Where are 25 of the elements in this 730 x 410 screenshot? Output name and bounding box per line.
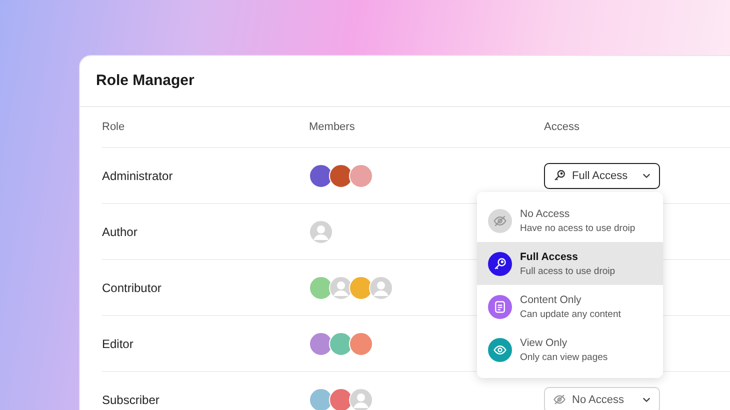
access-dropdown[interactable]: No Access: [544, 386, 660, 410]
access-option[interactable]: Full Access Full acess to use droip: [477, 242, 663, 285]
access-dropdown[interactable]: Full Access: [544, 162, 660, 188]
role-name: Subscriber: [102, 392, 160, 406]
access-option[interactable]: View Only Only can view pages: [477, 328, 663, 371]
card-title: Role Manager: [80, 56, 730, 107]
chevron-down-icon: [642, 396, 651, 402]
access-option[interactable]: No Access Have no acess to use droip: [477, 199, 663, 242]
column-header: Role: [102, 121, 126, 133]
role-name: Administrator: [102, 168, 174, 182]
eye-slash-icon: [493, 214, 507, 228]
key-icon: [553, 169, 566, 182]
chevron-down-icon: [642, 172, 651, 178]
role-name: Contributor: [102, 280, 162, 294]
avatar-silhouette-icon: [369, 276, 393, 300]
role-name: Author: [102, 224, 138, 238]
column-header: Members: [309, 121, 356, 133]
eye-slash-icon: [553, 393, 566, 406]
document-icon: [493, 300, 507, 314]
avatar-silhouette-icon: [309, 220, 333, 244]
access-option[interactable]: Content Only Can update any content: [477, 285, 663, 328]
role-name: Editor: [102, 336, 134, 350]
column-header: Access: [544, 121, 580, 133]
key-icon: [493, 256, 507, 270]
eye-icon: [493, 342, 507, 356]
